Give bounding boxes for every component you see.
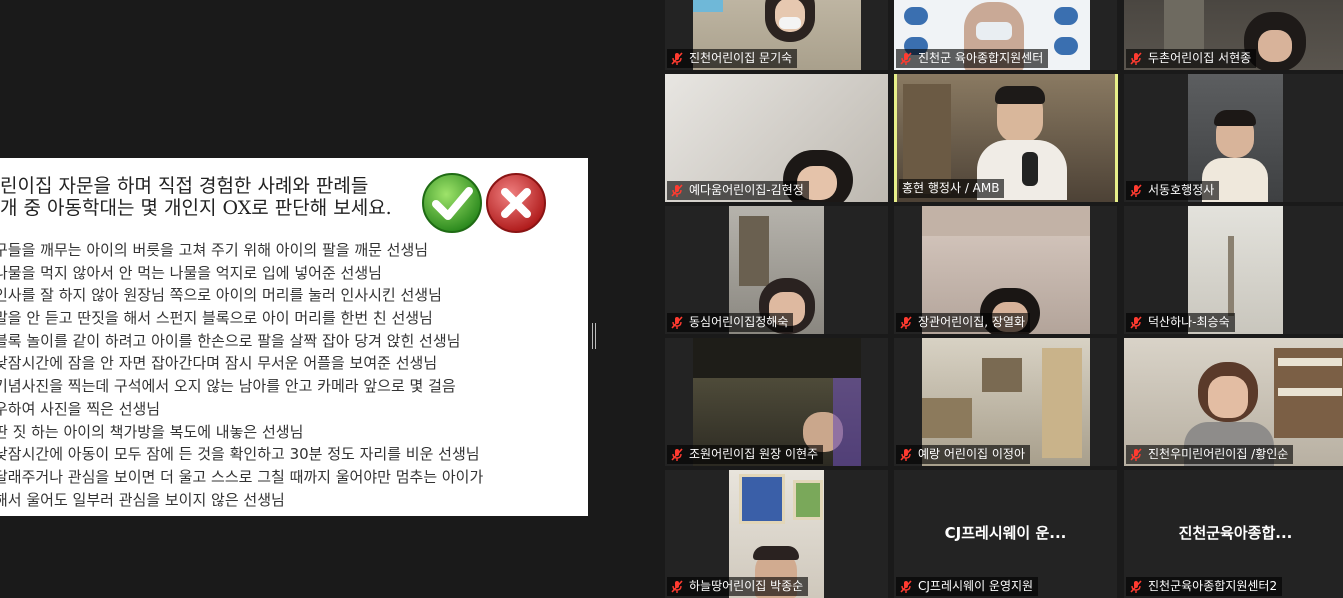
participant-tile[interactable]: 예다움어린이집-김현정 — [665, 74, 888, 202]
slide-title-line-2: 개 중 아동학대는 몇 개인지 OX로 판단해 보세요. — [0, 197, 392, 219]
mic-muted-icon — [671, 579, 683, 593]
participant-tile[interactable]: 진천군육아종합... 진천군육아종합지원센터2 — [1124, 470, 1343, 598]
panel-resize-handle[interactable] — [592, 323, 596, 349]
slide-item: 나물을 먹지 않아서 안 먹는 나물을 억지로 입에 넣어준 선생님 — [0, 263, 382, 282]
participant-name: 예랑 어린이집 이정아 — [918, 447, 1025, 461]
slide-item: 해서 울어도 일부러 관심을 보이지 않은 선생님 — [0, 490, 285, 509]
mic-muted-icon — [1130, 579, 1142, 593]
participant-name-tag: 조원어린이집 원장 이현주 — [667, 445, 824, 464]
participant-name: 서동호행정사 — [1148, 183, 1215, 197]
slide-item: 달래주거나 관심을 보이면 더 울고 스스로 그칠 때까지 울어야만 멈추는 아… — [0, 467, 484, 486]
slide-title-line-1: 린이집 자문을 하며 직접 경험한 사례와 판례들 — [0, 175, 369, 197]
mic-muted-icon — [1130, 447, 1142, 461]
participant-tile[interactable]: 예랑 어린이집 이정아 — [894, 338, 1117, 466]
participant-name-tag: 예다움어린이집-김현정 — [667, 181, 809, 200]
slide-item: 기념사진을 찍는데 구석에서 오지 않는 남아를 안고 카메라 앞으로 몇 걸음 — [0, 377, 456, 396]
participant-name: 예다움어린이집-김현정 — [689, 183, 804, 197]
participant-name: 조원어린이집 원장 이현주 — [689, 447, 819, 461]
mic-muted-icon — [1130, 183, 1142, 197]
participant-name-tag: 예랑 어린이집 이정아 — [896, 445, 1030, 464]
participant-tile[interactable]: CJ프레시웨이 운... CJ프레시웨이 운영지원 — [894, 470, 1117, 598]
mic-muted-icon — [1130, 51, 1142, 65]
participant-tile[interactable]: 두촌어린이집 서현종 — [1124, 0, 1343, 70]
mic-muted-icon — [900, 447, 912, 461]
participant-display-name: CJ프레시웨이 운... — [944, 524, 1067, 542]
mic-muted-icon — [900, 579, 912, 593]
participant-name-tag: 홍현 행정사 / AMB — [899, 179, 1005, 198]
participant-name: 홍현 행정사 / AMB — [902, 181, 1000, 195]
participant-tile[interactable]: 진천우미린어린이집 /황인순 — [1124, 338, 1343, 466]
participant-name: CJ프레시웨이 운영지원 — [918, 579, 1034, 593]
mic-muted-icon — [671, 183, 683, 197]
participant-name: 하늘땅어린이집 박종순 — [689, 579, 804, 593]
slide-item: 구들을 깨무는 아이의 버릇을 고쳐 주기 위해 아이의 팔을 깨문 선생님 — [0, 241, 429, 259]
participant-name: 장관어린이집, 장열화 — [918, 315, 1025, 329]
slide-item: 낮잠시간에 잠을 안 자면 잡아간다며 잠시 무서운 어플을 보여준 선생님 — [0, 354, 438, 373]
participant-name-tag: 두촌어린이집 서현종 — [1126, 49, 1257, 68]
participant-tile[interactable]: 동심어린이집정해숙 — [665, 206, 888, 334]
participant-name-tag: 진천우미린어린이집 /황인순 — [1126, 445, 1294, 464]
participant-gallery: 진천어린이집 문기숙 진천군 육아종합지원센터 두촌어린이집 서현종 예다움어린… — [665, 0, 1343, 598]
participant-name-tag: 진천군육아종합지원센터2 — [1126, 577, 1283, 596]
screen-share-area: 린이집 자문을 하며 직접 경험한 사례와 판례들 개 중 아동학대는 몇 개인… — [0, 0, 660, 597]
participant-tile[interactable]: 덕산하나-최승숙 — [1124, 206, 1343, 334]
participant-name: 진천어린이집 문기숙 — [689, 51, 793, 65]
x-icon — [486, 173, 546, 233]
slide-item: 우하여 사진을 찍은 선생님 — [0, 399, 161, 418]
participant-name-tag: CJ프레시웨이 운영지원 — [896, 577, 1039, 596]
mic-muted-icon — [1130, 315, 1142, 329]
participant-name-tag: 하늘땅어린이집 박종순 — [667, 577, 809, 596]
participant-name: 진천군육아종합지원센터2 — [1148, 579, 1278, 593]
mic-muted-icon — [671, 447, 683, 461]
participant-name-tag: 서동호행정사 — [1126, 181, 1220, 200]
check-icon — [422, 173, 482, 233]
shared-slide: 린이집 자문을 하며 직접 경험한 사례와 판례들 개 중 아동학대는 몇 개인… — [0, 158, 588, 516]
participant-display-name: 진천군육아종합... — [1178, 524, 1293, 542]
slide-item: 블록 놀이를 같이 하려고 아이를 한손으로 팔을 살짝 잡아 당겨 앉힌 선생… — [0, 331, 461, 350]
participant-name: 진천군 육아종합지원센터 — [918, 51, 1044, 65]
participant-name: 동심어린이집정해숙 — [689, 315, 789, 329]
participant-name-tag: 진천어린이집 문기숙 — [667, 49, 798, 68]
participant-name: 두촌어린이집 서현종 — [1148, 51, 1252, 65]
participant-tile[interactable]: 조원어린이집 원장 이현주 — [665, 338, 888, 466]
mic-muted-icon — [671, 315, 683, 329]
mic-muted-icon — [671, 51, 683, 65]
participant-tile-active-speaker[interactable]: 홍현 행정사 / AMB — [894, 74, 1118, 202]
participant-name-tag: 덕산하나-최승숙 — [1126, 313, 1235, 332]
slide-item: 딴 짓 하는 아이의 책가방을 복도에 내놓은 선생님 — [0, 422, 304, 441]
participant-tile[interactable]: 장관어린이집, 장열화 — [894, 206, 1117, 334]
slide-title: 린이집 자문을 하며 직접 경험한 사례와 판례들 개 중 아동학대는 몇 개인… — [0, 175, 420, 219]
participant-name: 진천우미린어린이집 /황인순 — [1148, 447, 1289, 461]
participant-tile[interactable]: 진천군 육아종합지원센터 — [894, 0, 1117, 70]
participant-name-tag: 진천군 육아종합지원센터 — [896, 49, 1049, 68]
participant-tile[interactable]: 하늘땅어린이집 박종순 — [665, 470, 888, 598]
slide-item: 낮잠시간에 아동이 모두 잠에 든 것을 확인하고 30분 정도 자리를 비운 … — [0, 445, 480, 464]
slide-item-list: 구들을 깨무는 아이의 버릇을 고쳐 주기 위해 아이의 팔을 깨문 선생님 나… — [0, 239, 588, 511]
participant-name-tag: 동심어린이집정해숙 — [667, 313, 794, 332]
slide-item: 인사를 잘 하지 않아 원장님 쪽으로 아이의 머리를 눌러 인사시킨 선생님 — [0, 286, 442, 305]
participant-name-tag: 장관어린이집, 장열화 — [896, 313, 1030, 332]
slide-item: 말을 안 듣고 딴짓을 해서 스펀지 블록으로 아이 머리를 한번 친 선생님 — [0, 309, 433, 328]
participant-tile[interactable]: 서동호행정사 — [1124, 74, 1343, 202]
participant-name: 덕산하나-최승숙 — [1148, 315, 1230, 329]
mic-muted-icon — [900, 315, 912, 329]
participant-tile[interactable]: 진천어린이집 문기숙 — [665, 0, 888, 70]
mic-muted-icon — [900, 51, 912, 65]
